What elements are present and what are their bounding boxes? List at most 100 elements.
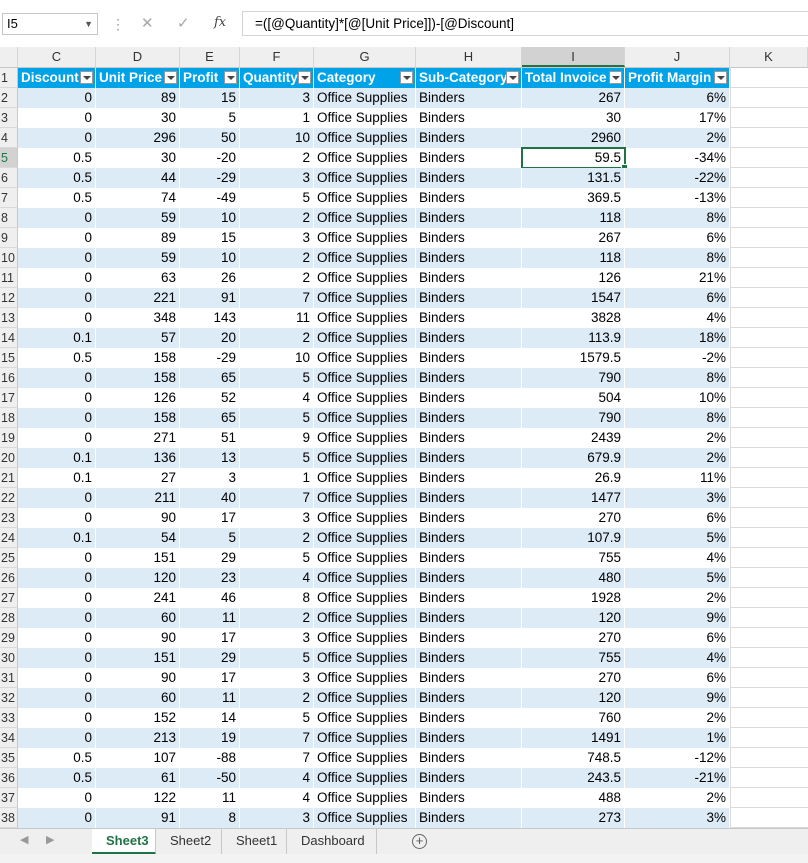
table-cell[interactable]: 0 bbox=[18, 108, 96, 128]
table-cell[interactable]: Binders bbox=[416, 368, 522, 388]
column-header-k[interactable]: K bbox=[730, 47, 808, 67]
table-cell[interactable]: 267 bbox=[522, 88, 625, 108]
table-header-cell[interactable]: Quantity bbox=[240, 68, 314, 88]
table-header-cell[interactable]: Discount bbox=[18, 68, 96, 88]
table-cell[interactable]: 0 bbox=[18, 128, 96, 148]
table-cell[interactable]: 6% bbox=[625, 628, 730, 648]
table-cell[interactable]: 1 bbox=[240, 468, 314, 488]
table-cell[interactable]: 151 bbox=[96, 548, 180, 568]
table-cell[interactable]: 11 bbox=[180, 788, 240, 808]
row-number[interactable]: 18 bbox=[0, 408, 18, 428]
table-cell[interactable]: Office Supplies bbox=[314, 468, 416, 488]
table-cell[interactable]: 136 bbox=[96, 448, 180, 468]
table-cell[interactable]: -29 bbox=[180, 348, 240, 368]
table-cell[interactable]: Binders bbox=[416, 808, 522, 828]
table-cell[interactable]: 30 bbox=[96, 108, 180, 128]
row-number[interactable]: 31 bbox=[0, 668, 18, 688]
table-cell[interactable]: 679.9 bbox=[522, 448, 625, 468]
table-cell[interactable]: 0 bbox=[18, 408, 96, 428]
empty-cell[interactable] bbox=[730, 628, 808, 648]
table-cell[interactable]: 0.1 bbox=[18, 528, 96, 548]
table-cell[interactable]: 267 bbox=[522, 228, 625, 248]
table-cell[interactable]: 4% bbox=[625, 648, 730, 668]
table-cell[interactable]: 0 bbox=[18, 788, 96, 808]
table-cell[interactable]: Binders bbox=[416, 288, 522, 308]
table-cell[interactable]: Binders bbox=[416, 468, 522, 488]
filter-dropdown-icon[interactable] bbox=[506, 71, 519, 84]
table-cell[interactable]: 0 bbox=[18, 708, 96, 728]
empty-cell[interactable] bbox=[730, 748, 808, 768]
table-cell[interactable]: 2% bbox=[625, 128, 730, 148]
table-cell[interactable]: Binders bbox=[416, 148, 522, 168]
table-cell[interactable]: Office Supplies bbox=[314, 128, 416, 148]
row-number[interactable]: 4 bbox=[0, 128, 18, 148]
table-cell[interactable]: 488 bbox=[522, 788, 625, 808]
table-cell[interactable]: 90 bbox=[96, 508, 180, 528]
table-cell[interactable]: 7 bbox=[240, 488, 314, 508]
table-cell[interactable]: Office Supplies bbox=[314, 528, 416, 548]
table-cell[interactable]: 17% bbox=[625, 108, 730, 128]
table-cell[interactable]: 3 bbox=[240, 228, 314, 248]
table-cell[interactable]: 11 bbox=[180, 688, 240, 708]
filter-dropdown-icon[interactable] bbox=[298, 71, 311, 84]
table-cell[interactable]: Binders bbox=[416, 328, 522, 348]
table-cell[interactable]: Binders bbox=[416, 588, 522, 608]
empty-cell[interactable] bbox=[730, 248, 808, 268]
table-cell[interactable]: 10% bbox=[625, 388, 730, 408]
close-icon[interactable]: ✕ bbox=[141, 15, 154, 33]
row-number[interactable]: 35 bbox=[0, 748, 18, 768]
table-cell[interactable]: 126 bbox=[96, 388, 180, 408]
table-cell[interactable]: 18% bbox=[625, 328, 730, 348]
table-header-cell[interactable]: Unit Price bbox=[96, 68, 180, 88]
empty-cell[interactable] bbox=[730, 288, 808, 308]
table-cell[interactable]: 30 bbox=[522, 108, 625, 128]
table-cell[interactable]: 2 bbox=[240, 608, 314, 628]
table-cell[interactable]: 3 bbox=[240, 168, 314, 188]
empty-cell[interactable] bbox=[730, 468, 808, 488]
table-cell[interactable]: 17 bbox=[180, 508, 240, 528]
filter-dropdown-icon[interactable] bbox=[164, 71, 177, 84]
table-cell[interactable]: 30 bbox=[96, 148, 180, 168]
table-cell[interactable]: 13 bbox=[180, 448, 240, 468]
table-cell[interactable]: 273 bbox=[522, 808, 625, 828]
table-cell[interactable]: -88 bbox=[180, 748, 240, 768]
row-number[interactable]: 28 bbox=[0, 608, 18, 628]
table-cell[interactable]: 755 bbox=[522, 648, 625, 668]
table-cell[interactable]: 270 bbox=[522, 628, 625, 648]
column-header-h[interactable]: H bbox=[416, 47, 522, 67]
empty-cell[interactable] bbox=[730, 448, 808, 468]
row-number[interactable]: 2 bbox=[0, 88, 18, 108]
table-cell[interactable]: 29 bbox=[180, 648, 240, 668]
table-cell[interactable]: Office Supplies bbox=[314, 348, 416, 368]
table-cell[interactable]: Office Supplies bbox=[314, 148, 416, 168]
row-number[interactable]: 14 bbox=[0, 328, 18, 348]
table-cell[interactable]: 11 bbox=[180, 608, 240, 628]
row-number[interactable]: 30 bbox=[0, 648, 18, 668]
table-cell[interactable]: Binders bbox=[416, 748, 522, 768]
table-cell[interactable]: 65 bbox=[180, 368, 240, 388]
table-cell[interactable]: 158 bbox=[96, 408, 180, 428]
row-number[interactable]: 3 bbox=[0, 108, 18, 128]
table-cell[interactable]: Office Supplies bbox=[314, 328, 416, 348]
table-cell[interactable]: 4 bbox=[240, 388, 314, 408]
table-cell[interactable]: 755 bbox=[522, 548, 625, 568]
table-cell[interactable]: 126 bbox=[522, 268, 625, 288]
row-number[interactable]: 9 bbox=[0, 228, 18, 248]
table-cell[interactable]: 369.5 bbox=[522, 188, 625, 208]
table-cell[interactable]: 1% bbox=[625, 728, 730, 748]
table-cell[interactable]: 9% bbox=[625, 688, 730, 708]
table-cell[interactable]: 5 bbox=[180, 108, 240, 128]
table-cell[interactable]: 0 bbox=[18, 428, 96, 448]
column-header-e[interactable]: E bbox=[180, 47, 240, 67]
table-cell[interactable]: 26.9 bbox=[522, 468, 625, 488]
table-cell[interactable]: Binders bbox=[416, 268, 522, 288]
table-cell[interactable]: 15 bbox=[180, 88, 240, 108]
empty-cell[interactable] bbox=[730, 568, 808, 588]
table-cell[interactable]: 0 bbox=[18, 628, 96, 648]
table-cell[interactable]: Binders bbox=[416, 408, 522, 428]
table-cell[interactable]: 9 bbox=[240, 428, 314, 448]
table-cell[interactable]: Binders bbox=[416, 188, 522, 208]
table-cell[interactable]: 0 bbox=[18, 268, 96, 288]
table-cell[interactable]: 2% bbox=[625, 448, 730, 468]
table-cell[interactable]: 3 bbox=[240, 668, 314, 688]
